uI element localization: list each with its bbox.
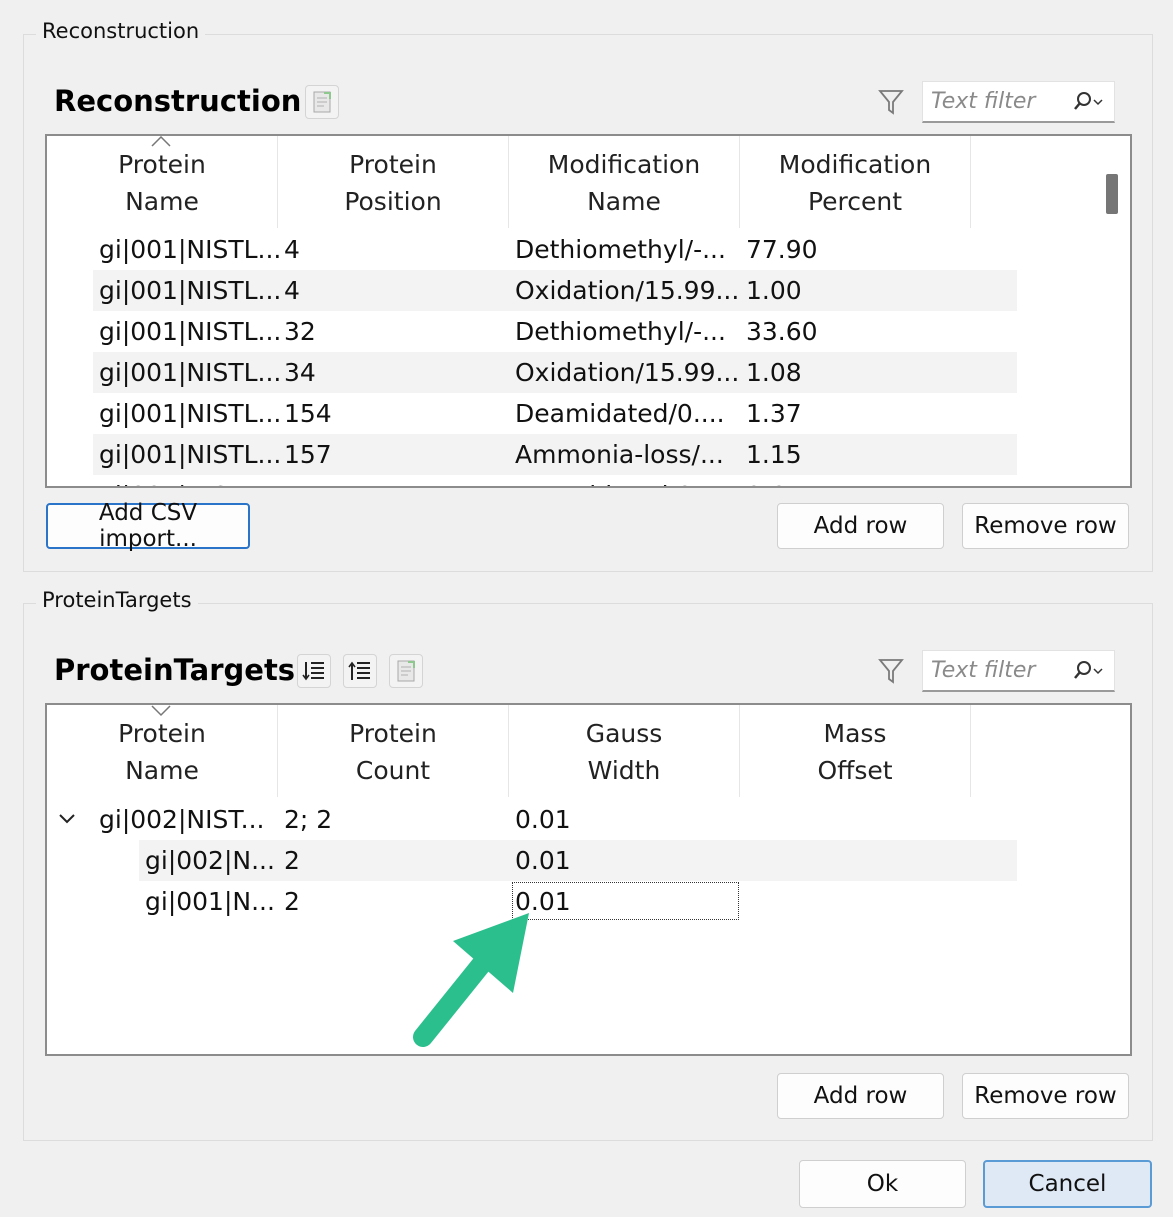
table-row[interactable]: gi|001|NISTL... 4 Dethiomethyl/-... 77.9… (93, 229, 1017, 270)
sort-ascending-icon (151, 136, 171, 147)
column-header-modification-name[interactable]: Modification Name (509, 136, 740, 228)
add-row-button[interactable]: Add row (777, 503, 944, 549)
add-csv-import-button[interactable]: Add CSV import... (46, 500, 250, 552)
column-header-protein-name[interactable]: Protein Name (47, 136, 278, 228)
tree-row-parent[interactable]: gi|002|NIST... 2; 2 0.01 (59, 799, 1017, 840)
filter-icon[interactable] (878, 657, 904, 685)
column-header-protein-count[interactable]: Protein Count (278, 705, 509, 797)
cancel-button[interactable]: Cancel (983, 1160, 1152, 1208)
reconstruction-filter-input[interactable] (929, 88, 1069, 115)
sort-descending-icon (151, 705, 171, 717)
column-header-gauss-width[interactable]: Gauss Width (509, 705, 740, 797)
export-icon (397, 660, 415, 682)
remove-row-button[interactable]: Remove row (962, 503, 1129, 549)
ok-button[interactable]: Ok (799, 1160, 966, 1208)
table-header: Protein Name Protein Position Modification… (47, 136, 971, 228)
table-row[interactable]: gi|001|NISTL... 34 Oxidation/15.99... 1.… (93, 352, 1017, 393)
tree-row-child[interactable]: gi|001|N... 2 0.01 (139, 881, 1017, 922)
expand-all-icon (302, 662, 324, 681)
table-row[interactable]: gi|001|NISTL... 32 Dethiomethyl/-... 33.… (93, 311, 1017, 352)
protein-targets-table[interactable]: Protein Name Protein Count Gauss Width Mass… (45, 703, 1132, 1056)
reconstruction-text-filter[interactable] (922, 81, 1115, 123)
column-header-modification-percent[interactable]: Modification Percent (740, 136, 971, 228)
reconstruction-group-label: Reconstruction (36, 19, 206, 43)
remove-row-button[interactable]: Remove row (962, 1073, 1129, 1119)
protein-targets-filter-input[interactable] (929, 657, 1069, 684)
reconstruction-table[interactable]: Protein Name Protein Position Modification… (45, 134, 1132, 488)
column-header-mass-offset[interactable]: Mass Offset (740, 705, 971, 797)
protein-targets-group-label: ProteinTargets (36, 588, 198, 612)
table-header: Protein Name Protein Count Gauss Width Mass… (47, 705, 971, 797)
filter-icon[interactable] (878, 88, 904, 116)
protein-targets-text-filter[interactable] (922, 650, 1115, 692)
vertical-scrollbar[interactable] (1106, 174, 1118, 214)
column-header-protein-name[interactable]: Protein Name (47, 705, 278, 797)
export-icon (313, 91, 331, 113)
add-row-button[interactable]: Add row (777, 1073, 944, 1119)
chevron-down-icon[interactable] (58, 812, 76, 826)
expand-all-button[interactable] (297, 654, 331, 688)
table-row[interactable]: gi|001|NISTL... 157 Ammonia-loss/... 1.1… (93, 434, 1017, 475)
collapse-all-icon (348, 661, 370, 680)
collapse-all-button[interactable] (343, 654, 377, 688)
table-row[interactable]: gi|001|NISTL... 4 Oxidation/15.99... 1.0… (93, 270, 1017, 311)
export-button[interactable] (305, 85, 339, 119)
search-icon[interactable] (1070, 90, 1104, 114)
search-icon[interactable] (1070, 659, 1104, 683)
column-header-protein-position[interactable]: Protein Position (278, 136, 509, 228)
reconstruction-title: Reconstruction (54, 84, 302, 118)
table-row[interactable]: gi|001|NISTL... 154 Deamidated/0.... 1.3… (93, 393, 1017, 434)
export-button[interactable] (389, 654, 423, 688)
tree-row-child[interactable]: gi|002|N... 2 0.01 (139, 840, 1017, 881)
annotation-arrow-icon (413, 913, 529, 1047)
table-row[interactable]: gi|001|NISTL... 157 Deamidated/0.... 0.6… (93, 475, 1017, 486)
protein-targets-title: ProteinTargets (54, 653, 296, 687)
